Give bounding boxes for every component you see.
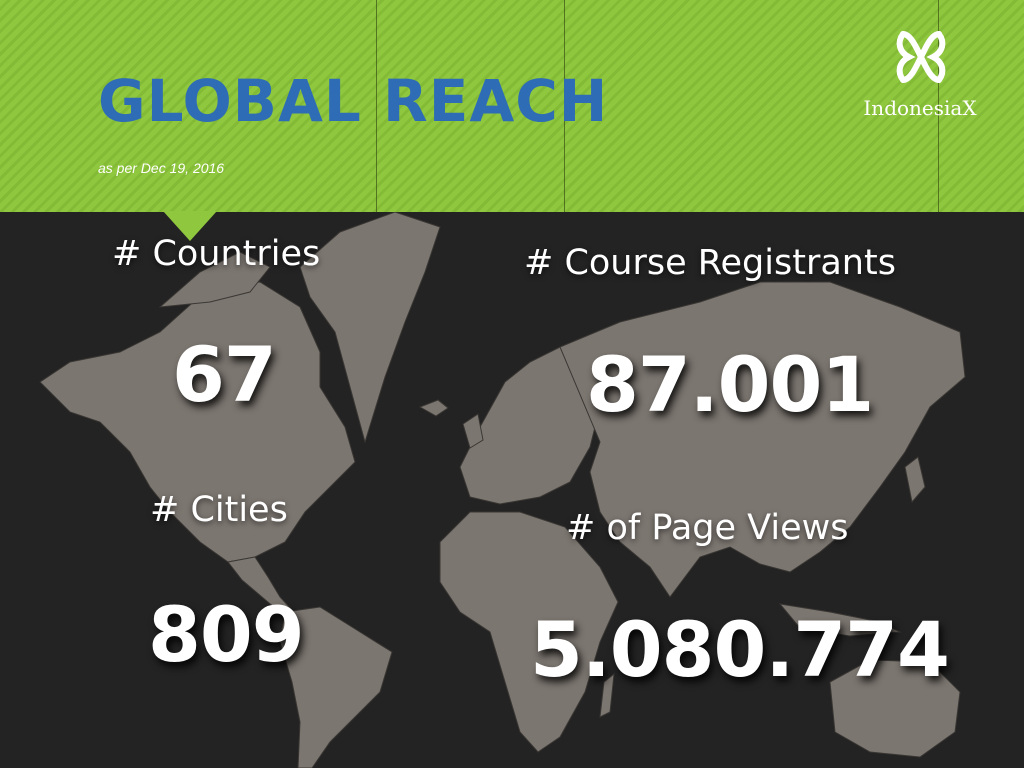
indonesiax-knot-icon <box>896 31 946 83</box>
cities-label: # Cities <box>150 490 288 530</box>
registrants-label: # Course Registrants <box>524 243 896 283</box>
page-views-label: # of Page Views <box>566 508 849 548</box>
registrants-value: 87.001 <box>586 340 874 429</box>
map-asia <box>559 281 966 598</box>
header-banner: GLOBAL REACH as per Dec 19, 2016 Indones… <box>0 0 1024 212</box>
cities-value: 809 <box>148 590 305 679</box>
page-title: GLOBAL REACH <box>98 67 609 135</box>
logo-text: IndonesiaX <box>863 96 977 120</box>
logo: IndonesiaX <box>860 24 980 124</box>
map-japan <box>904 456 926 504</box>
page-views-value: 5.080.774 <box>530 605 950 694</box>
date-note: as per Dec 19, 2016 <box>98 160 225 176</box>
map-iceland <box>418 399 449 417</box>
header-pointer <box>163 211 217 241</box>
countries-value: 67 <box>172 330 277 419</box>
